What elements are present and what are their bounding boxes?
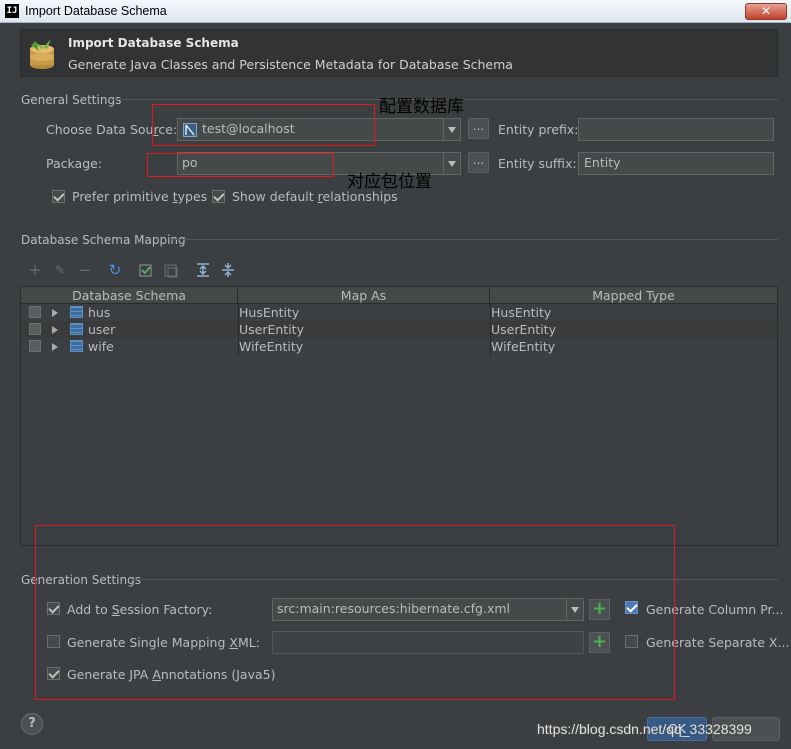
table-icon (70, 340, 83, 352)
schema-name: user (88, 322, 116, 337)
annotation-generation-box (35, 525, 675, 700)
annotation-datasource-text: 配置数据库 (379, 97, 464, 117)
row-checkbox[interactable] (29, 340, 41, 352)
mapping-divider (169, 239, 778, 240)
annotation-package-text: 对应包位置 (347, 172, 432, 192)
annotation-datasource-box (152, 104, 375, 146)
schema-name: hus (88, 305, 111, 320)
entity-prefix-label: Entity prefix: (498, 122, 579, 137)
refresh-icon[interactable]: ↻ (107, 262, 123, 278)
window-title-bar: IJ Import Database Schema ✕ (0, 0, 791, 23)
table-row[interactable]: user UserEntity UserEntity (21, 321, 777, 338)
watermark-url: https://blog.csdn.net/qq_33328399 (537, 721, 752, 737)
chevron-down-icon[interactable] (443, 153, 460, 174)
add-icon[interactable]: + (27, 262, 43, 278)
help-button[interactable]: ? (21, 713, 43, 735)
table-header: Database Schema Map As Mapped Type (21, 287, 777, 304)
check-all-icon[interactable] (138, 262, 154, 278)
window-close-button[interactable]: ✕ (745, 3, 787, 20)
uncheck-all-icon[interactable] (163, 262, 179, 278)
column-header[interactable]: Database Schema (21, 287, 238, 304)
remove-icon[interactable]: − (77, 262, 93, 278)
annotation-package-box (147, 153, 334, 177)
expand-arrow-icon[interactable] (52, 343, 58, 351)
prefer-primitive-label: Prefer primitive types (72, 189, 208, 204)
schema-name: wife (88, 339, 114, 354)
expand-all-icon[interactable] (195, 262, 211, 278)
row-checkbox[interactable] (29, 306, 41, 318)
column-header[interactable]: Map As (238, 287, 490, 304)
map-as-cell[interactable]: HusEntity (239, 304, 299, 321)
table-row[interactable]: wife WifeEntity WifeEntity (21, 338, 777, 355)
map-as-cell[interactable]: UserEntity (239, 321, 304, 338)
show-default-rel-checkbox[interactable] (212, 190, 225, 203)
expand-arrow-icon[interactable] (52, 309, 58, 317)
row-checkbox[interactable] (29, 323, 41, 335)
schema-mapping-table: Database Schema Map As Mapped Type hus H… (20, 286, 778, 546)
table-row[interactable]: hus HusEntity HusEntity (21, 304, 777, 321)
collapse-all-icon[interactable] (220, 262, 236, 278)
table-icon (70, 306, 83, 318)
column-header[interactable]: Mapped Type (490, 287, 777, 304)
banner-subtitle: Generate Java Classes and Persistence Me… (68, 57, 513, 72)
column-separator (490, 304, 491, 356)
package-label: Package: (46, 156, 103, 171)
mapped-type-cell[interactable]: HusEntity (491, 304, 551, 321)
database-schema-icon (30, 39, 54, 69)
entity-suffix-input[interactable]: Entity (578, 152, 774, 175)
banner-title: Import Database Schema (68, 36, 239, 50)
entity-prefix-input[interactable] (578, 118, 774, 141)
mapped-type-cell[interactable]: UserEntity (491, 321, 556, 338)
mapped-type-cell[interactable]: WifeEntity (491, 338, 555, 355)
prefer-primitive-checkbox[interactable] (52, 190, 65, 203)
column-separator (238, 304, 239, 356)
edit-icon[interactable]: ✎ (52, 262, 68, 278)
window-title: Import Database Schema (25, 4, 167, 18)
intellij-app-icon: IJ (5, 4, 19, 18)
general-settings-heading: General Settings (21, 93, 122, 107)
chevron-down-icon[interactable] (443, 119, 460, 140)
expand-arrow-icon[interactable] (52, 326, 58, 334)
map-as-cell[interactable]: WifeEntity (239, 338, 303, 355)
data-source-more-button[interactable]: ... (468, 118, 489, 139)
package-more-button[interactable]: ... (468, 152, 489, 173)
table-icon (70, 323, 83, 335)
mapping-heading: Database Schema Mapping (21, 233, 186, 247)
header-banner: Import Database Schema Generate Java Cla… (20, 29, 778, 77)
entity-suffix-label: Entity suffix: (498, 156, 577, 171)
